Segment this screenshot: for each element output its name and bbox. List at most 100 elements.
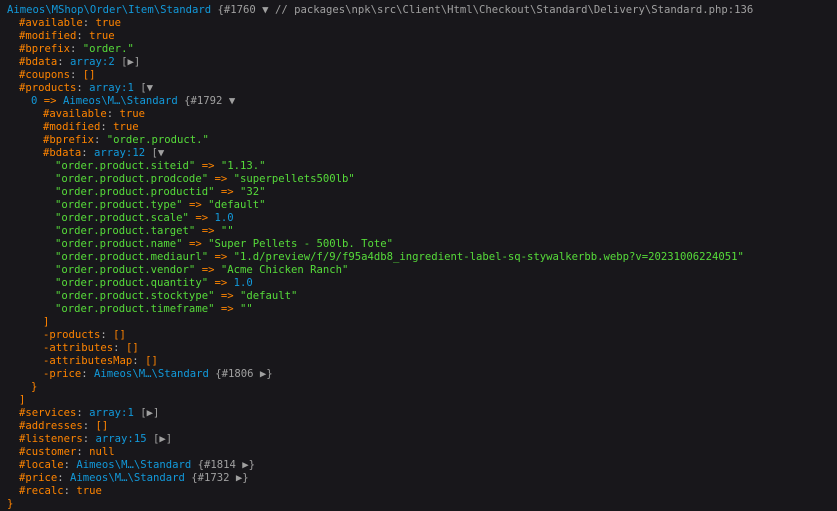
prop-services: #services: array:1 [▶]: [19, 407, 160, 419]
prop-available: #available: true: [43, 108, 146, 120]
collapse-toggle-icon[interactable]: ▼: [229, 95, 235, 107]
expand-toggle-icon[interactable]: ▶}: [236, 472, 249, 484]
prop-type-note: array:12: [94, 147, 146, 159]
entry-key: "order.product.siteid": [55, 160, 196, 172]
prop-price: #price: Aimeos\M…\Standard {#1732 ▶}: [19, 472, 249, 484]
bdata-entries: "order.product.siteid" => "1.13." "order.…: [0, 160, 837, 316]
entry-value: "1.d/preview/f/9/f95a4db8_ingredient-lab…: [233, 251, 744, 263]
prop-value: []: [145, 355, 158, 367]
object-class: Aimeos\M…\Standard: [70, 472, 185, 484]
prop-bdata: #bdata: array:12 [▼: [43, 147, 165, 159]
array-index: 0: [31, 95, 38, 107]
collapse-toggle-icon[interactable]: [▼: [140, 82, 153, 94]
object-close: }: [0, 498, 837, 511]
prop-value: null: [89, 446, 115, 458]
prop-key: #addresses: [19, 420, 83, 432]
entry-key: "order.product.prodcode": [55, 173, 209, 185]
entry-value: "superpellets500lb": [233, 173, 355, 185]
prop-key: #locale: [19, 459, 64, 471]
entry-key: "order.product.stocktype": [55, 290, 215, 302]
prop-key: -attributesMap: [43, 355, 133, 367]
bdata-entry: "order.product.productid" => "32": [55, 186, 266, 198]
object-close: }: [0, 381, 837, 394]
expand-toggle-icon[interactable]: ▶}: [242, 459, 255, 471]
prop-attributes: -attributes: []: [43, 342, 139, 354]
object-class: Aimeos\M…\Standard: [62, 95, 178, 107]
prop-key: #services: [19, 407, 77, 419]
prop-value: "order.": [82, 43, 134, 55]
prop-key: #bprefix: [19, 43, 71, 55]
prop-products: -products: []: [43, 329, 126, 341]
entry-value: 1.0: [214, 212, 234, 224]
prop-key: #bprefix: [43, 134, 95, 146]
prop-bprefix: #bprefix: "order.": [19, 43, 134, 55]
entry-value: "": [239, 303, 253, 315]
close-bracket: ]: [43, 316, 50, 328]
object-class: Aimeos\M…\Standard: [76, 459, 192, 471]
entry-key: "order.product.scale": [55, 212, 189, 224]
expand-toggle-icon[interactable]: [▶]: [140, 407, 159, 419]
prop-value: true: [119, 108, 146, 120]
prop-modified: #modified: true: [19, 30, 115, 42]
entry-key: "order.product.productid": [55, 186, 215, 198]
entry-value: "Super Pellets - 500lb. Tote": [208, 238, 394, 250]
prop-price: -price: Aimeos\M…\Standard {#1806 ▶}: [43, 368, 273, 380]
close-brace: }: [7, 498, 14, 510]
collapse-toggle-icon[interactable]: [▼: [151, 147, 164, 159]
entry-key: "order.product.type": [55, 199, 183, 211]
prop-key: -attributes: [43, 342, 114, 354]
prop-locale: #locale: Aimeos\M…\Standard {#1814 ▶}: [19, 459, 256, 471]
array-close: ]: [0, 316, 837, 329]
bdata-entry: "order.product.prodcode" => "superpellet…: [55, 173, 355, 185]
prop-products: #products: array:1 [▼: [19, 82, 153, 94]
bdata-entry: "order.product.scale" => 1.0: [55, 212, 234, 224]
prop-key: #customer: [19, 446, 77, 458]
prop-key: #modified: [43, 121, 101, 133]
prop-key: #available: [43, 108, 107, 120]
prop-value: true: [89, 30, 115, 42]
object-ref: {#1760: [217, 4, 256, 16]
entry-key: "order.product.timeframe": [55, 303, 215, 315]
entry-value: "32": [239, 186, 266, 198]
prop-addresses: #addresses: []: [19, 420, 109, 432]
prop-listeners: #listeners: array:15 [▶]: [19, 433, 173, 445]
object-ref: {#1792: [184, 95, 223, 107]
var-dump-panel: Aimeos\MShop\Order\Item\Standard {#1760 …: [0, 0, 837, 511]
prop-type-note: array:2: [70, 56, 115, 68]
prop-key: -price: [43, 368, 82, 380]
prop-coupons: #coupons: []: [19, 69, 96, 81]
object-class: Aimeos\M…\Standard: [94, 368, 209, 380]
entry-value: "default": [239, 290, 298, 302]
array-close: ]: [0, 394, 837, 407]
prop-key: #listeners: [19, 433, 83, 445]
expand-toggle-icon[interactable]: ▶}: [260, 368, 273, 380]
bdata-entry: "order.product.vendor" => "Acme Chicken …: [55, 264, 349, 276]
entry-key: "order.product.vendor": [55, 264, 196, 276]
expand-toggle-icon[interactable]: [▶]: [153, 433, 172, 445]
prop-modified: #modified: true: [43, 121, 139, 133]
entry-value: "1.13.": [220, 160, 266, 172]
entry-value: "Acme Chicken Ranch": [220, 264, 349, 276]
prop-key: #price: [19, 472, 58, 484]
prop-key: #recalc: [19, 485, 64, 497]
prop-type-note: array:1: [89, 82, 134, 94]
bdata-entry: "order.product.quantity" => 1.0: [55, 277, 253, 289]
bdata-entry: "order.product.name" => "Super Pellets -…: [55, 238, 394, 250]
entry-key: "order.product.quantity": [55, 277, 209, 289]
prop-value: []: [113, 329, 126, 341]
prop-key: #coupons: [19, 69, 71, 81]
prop-type-note: array:15: [95, 433, 147, 445]
expand-toggle-icon[interactable]: [▶]: [121, 56, 140, 68]
object-ref: {#1806: [215, 368, 254, 380]
prop-key: -products: [43, 329, 101, 341]
prop-value: true: [95, 17, 122, 29]
source-location: // packages\npk\src\Client\Html\Checkout…: [268, 4, 754, 16]
close-brace: }: [31, 381, 38, 393]
prop-value: []: [82, 69, 96, 81]
prop-value: []: [125, 342, 139, 354]
entry-value: 1.0: [233, 277, 253, 289]
entry-value: "": [220, 225, 234, 237]
prop-type-note: array:1: [89, 407, 134, 419]
object-class: Aimeos\MShop\Order\Item\Standard: [7, 4, 212, 16]
prop-key: #bdata: [43, 147, 82, 159]
